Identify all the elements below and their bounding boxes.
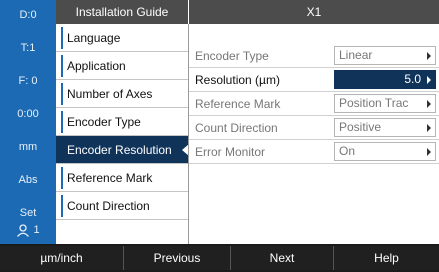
- encoder-type-value: Linear: [339, 48, 373, 62]
- form-row-error-monitor[interactable]: Error Monitor On: [189, 140, 439, 164]
- menu-item-label: Count Direction: [67, 199, 150, 213]
- user-count: 1: [33, 224, 40, 236]
- menu-scroll-indicator: [61, 167, 63, 189]
- menu-item-encoder-resolution[interactable]: Encoder Resolution: [56, 136, 189, 164]
- menu-scroll-indicator: [61, 111, 63, 133]
- units-softkey[interactable]: µm/inch: [0, 246, 123, 270]
- status-bar: D:0 T:1 F: 0 0:00 mm Abs Set 1: [0, 0, 56, 244]
- form-row-count-direction[interactable]: Count Direction Positive: [189, 116, 439, 140]
- softkey-bar: µm/inch Previous Next Help: [0, 244, 439, 272]
- help-softkey[interactable]: Help: [333, 246, 439, 270]
- menu-item-number-of-axes[interactable]: Number of Axes: [56, 80, 188, 108]
- count-direction-label: Count Direction: [195, 121, 278, 135]
- stopwatch-status[interactable]: 0:00: [0, 107, 56, 121]
- installation-menu: Language Application Number of Axes Enco…: [56, 24, 189, 243]
- user-icon: [17, 223, 30, 237]
- menu-scroll-indicator: [61, 55, 63, 77]
- feedrate-status[interactable]: F: 0: [0, 74, 56, 88]
- error-monitor-select[interactable]: On: [334, 142, 436, 161]
- menu-item-label: Number of Axes: [67, 87, 153, 101]
- axis-header: X1: [189, 0, 439, 24]
- resolution-label: Resolution (µm): [195, 73, 280, 87]
- menu-scroll-indicator: [61, 195, 63, 217]
- chevron-right-icon: [427, 148, 431, 156]
- menu-item-language[interactable]: Language: [56, 24, 188, 52]
- form-row-resolution[interactable]: Resolution (µm) 5.0: [189, 68, 439, 92]
- encoder-type-select[interactable]: Linear: [334, 46, 436, 65]
- reference-mark-label: Reference Mark: [195, 97, 281, 111]
- previous-softkey[interactable]: Previous: [123, 246, 230, 270]
- error-monitor-label: Error Monitor: [195, 145, 266, 159]
- resolution-select[interactable]: 5.0: [334, 70, 436, 89]
- count-direction-select[interactable]: Positive: [334, 118, 436, 137]
- menu-item-label: Language: [67, 31, 121, 45]
- menu-item-reference-mark[interactable]: Reference Mark: [56, 164, 188, 192]
- form-row-reference-mark[interactable]: Reference Mark Position Trac: [189, 92, 439, 116]
- form-row-encoder-type[interactable]: Encoder Type Linear: [189, 44, 439, 68]
- chevron-right-icon: [427, 76, 431, 84]
- menu-scroll-indicator: [61, 83, 63, 105]
- menu-item-label: Encoder Type: [67, 115, 141, 129]
- resolution-value: 5.0: [404, 72, 421, 86]
- chevron-right-icon: [427, 124, 431, 132]
- reference-mark-value: Position Trac: [339, 96, 409, 110]
- installation-guide-header: Installation Guide: [56, 0, 188, 24]
- menu-scroll-indicator: [61, 27, 63, 49]
- menu-item-label: Encoder Resolution: [67, 143, 172, 157]
- menu-item-encoder-type[interactable]: Encoder Type: [56, 108, 188, 136]
- chevron-right-icon: [427, 52, 431, 60]
- datum-status[interactable]: D:0: [0, 8, 56, 22]
- count-direction-value: Positive: [339, 120, 382, 134]
- chevron-right-icon: [427, 100, 431, 108]
- mode-status[interactable]: Abs: [0, 173, 56, 187]
- error-monitor-value: On: [339, 144, 356, 158]
- encoder-type-label: Encoder Type: [195, 49, 269, 63]
- next-softkey[interactable]: Next: [230, 246, 333, 270]
- tool-status[interactable]: T:1: [0, 41, 56, 55]
- menu-item-label: Reference Mark: [67, 171, 153, 185]
- user-status[interactable]: 1: [0, 223, 56, 237]
- menu-item-application[interactable]: Application: [56, 52, 188, 80]
- set-status[interactable]: Set: [0, 206, 56, 220]
- units-status[interactable]: mm: [0, 140, 56, 154]
- menu-item-label: Application: [67, 59, 126, 73]
- reference-mark-select[interactable]: Position Trac: [334, 94, 436, 113]
- menu-item-count-direction[interactable]: Count Direction: [56, 192, 188, 220]
